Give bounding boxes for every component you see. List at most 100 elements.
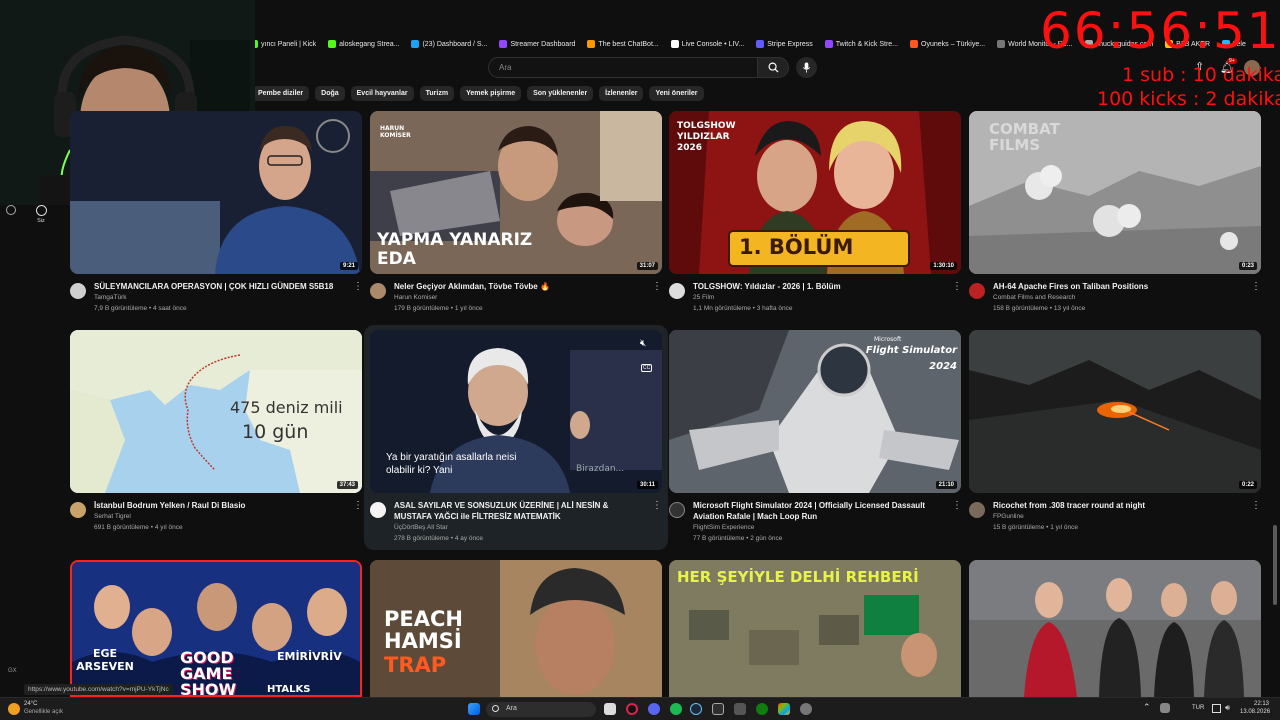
volume-icon[interactable]: 🔊︎ bbox=[1225, 703, 1230, 713]
bookmark-favicon-icon bbox=[587, 40, 596, 48]
video-thumbnail[interactable]: 9:21 bbox=[70, 111, 362, 274]
subathon-timer: 66:56:51 bbox=[1040, 2, 1280, 60]
video-title[interactable]: Neler Geçiyor Aklımdan, Tövbe Tövbe 🔥 bbox=[394, 281, 644, 292]
more-options-icon[interactable]: ⋮ bbox=[652, 281, 662, 292]
bookmark-item[interactable]: Oyuneks – Türkiye... bbox=[910, 40, 985, 48]
task-view-icon[interactable] bbox=[604, 703, 616, 715]
bookmark-item[interactable]: Streamer Dashboard bbox=[499, 40, 575, 48]
video-subtitle-text: Ya bir yaratığın asallarla neisi olabili… bbox=[386, 452, 517, 476]
gx-label: GX bbox=[8, 668, 17, 674]
video-title[interactable]: TOLGSHOW: Yıldızlar - 2026 | 1. Bölüm bbox=[693, 281, 943, 292]
bookmark-item[interactable]: Stripe Express bbox=[756, 40, 813, 48]
filter-chip[interactable]: Yeni öneriler bbox=[649, 86, 704, 101]
steam-icon[interactable] bbox=[690, 703, 702, 715]
video-thumbnail[interactable]: EGE ARSEVEN GOOD GAME SHOW EMİRİVRİV HTA… bbox=[70, 560, 362, 697]
video-preview-player[interactable]: Ya bir yaratığın asallarla neisi olabili… bbox=[370, 330, 662, 493]
video-thumbnail[interactable]: 0:22 bbox=[969, 330, 1261, 493]
video-thumbnail[interactable]: 475 deniz mili 10 gün 37:43 bbox=[70, 330, 362, 493]
video-title[interactable]: SÜLEYMANCILARA OPERASYON | ÇOK HIZLI GÜN… bbox=[94, 281, 344, 292]
you-section[interactable]: Siz bbox=[30, 205, 52, 224]
filter-chip[interactable]: Pembe diziler bbox=[252, 86, 310, 101]
search-button[interactable] bbox=[757, 57, 789, 78]
channel-name[interactable]: Harun Komiser bbox=[394, 294, 437, 301]
bookmark-favicon-icon bbox=[499, 40, 508, 48]
video-title[interactable]: AH-64 Apache Fires on Taliban Positions bbox=[993, 281, 1243, 292]
channel-name[interactable]: FPGunline bbox=[993, 513, 1024, 520]
channel-avatar[interactable] bbox=[70, 502, 86, 518]
xbox-icon[interactable] bbox=[756, 703, 768, 715]
bookmark-item[interactable]: The best ChatBot... bbox=[587, 40, 659, 48]
video-duration: 0:23 bbox=[1238, 262, 1257, 270]
video-thumbnail[interactable]: HER ŞEYİYLE DELHİ REHBERİ bbox=[669, 560, 961, 697]
filter-chip[interactable]: Son yüklenenler bbox=[527, 86, 594, 101]
settings-icon[interactable] bbox=[800, 703, 812, 715]
more-options-icon[interactable]: ⋮ bbox=[652, 500, 662, 511]
filter-chip[interactable]: Turizm bbox=[419, 86, 455, 101]
video-thumbnail[interactable]: TOLGSHOW YILDIZLAR 2026 1. BÖLÜM 1:30:10 bbox=[669, 111, 961, 274]
channel-avatar[interactable] bbox=[370, 502, 386, 518]
captions-icon[interactable]: CC bbox=[641, 364, 653, 372]
channel-avatar[interactable] bbox=[370, 283, 386, 299]
tray-app-icon[interactable] bbox=[1160, 703, 1170, 713]
bookmark-item[interactable]: Live Console • LIV... bbox=[670, 40, 744, 48]
video-thumbnail[interactable]: HARUN KOMİSER YAPMA YANARIZ EDA 31:07 bbox=[370, 111, 662, 274]
video-thumbnail[interactable]: COMBAT FILMS 0:23 bbox=[969, 111, 1261, 274]
video-title[interactable]: ASAL SAYILAR VE SONSUZLUK ÜZERİNE | ALİ … bbox=[394, 500, 642, 522]
channel-avatar[interactable] bbox=[969, 283, 985, 299]
more-options-icon[interactable]: ⋮ bbox=[1251, 500, 1261, 511]
bookmark-item[interactable]: yıncı Paneli | Kick bbox=[250, 40, 316, 48]
bookmark-item[interactable]: (23) Dashboard / S... bbox=[411, 40, 487, 48]
bookmark-favicon-icon bbox=[670, 40, 679, 48]
page-scrollbar[interactable] bbox=[1273, 525, 1277, 605]
filter-chip[interactable]: Evcil hayvanlar bbox=[350, 86, 414, 101]
channel-name[interactable]: TamgaTürk bbox=[94, 294, 127, 301]
filter-chip[interactable]: İzlenenler bbox=[599, 86, 644, 101]
clock-date[interactable]: 13.08.2026 bbox=[1240, 709, 1270, 715]
mute-icon[interactable]: 🔇︎ bbox=[640, 338, 646, 349]
more-options-icon[interactable]: ⋮ bbox=[353, 500, 363, 511]
obs-icon[interactable] bbox=[712, 703, 724, 715]
bookmark-item[interactable]: Twitch & Kick Stre... bbox=[824, 40, 898, 48]
network-icon[interactable] bbox=[1212, 704, 1221, 713]
language-indicator[interactable]: TUR bbox=[1192, 705, 1204, 711]
channel-avatar[interactable] bbox=[70, 283, 86, 299]
thumbnail-overlay-big: 475 deniz mili bbox=[230, 398, 343, 417]
search-input[interactable]: Ara bbox=[488, 57, 758, 78]
store-icon[interactable] bbox=[778, 703, 790, 715]
channel-avatar[interactable] bbox=[669, 283, 685, 299]
kick-rate-text: 100 kicks : 2 dakika bbox=[1097, 88, 1280, 110]
video-title[interactable]: Ricochet from .308 tracer round at night bbox=[993, 500, 1243, 511]
filter-chip[interactable]: Yemek pişirme bbox=[460, 86, 522, 101]
more-options-icon[interactable]: ⋮ bbox=[353, 281, 363, 292]
video-thumbnail[interactable]: PEACH HAMSİ TRAP bbox=[370, 560, 662, 697]
video-thumbnail[interactable]: Microsoft Flight Simulator 2024 21:10 bbox=[669, 330, 961, 493]
channel-name[interactable]: Combat Films and Research bbox=[993, 294, 1075, 301]
channel-name[interactable]: FlightSim Experience bbox=[693, 524, 754, 531]
channel-avatar[interactable] bbox=[969, 502, 985, 518]
spotify-icon[interactable] bbox=[670, 703, 682, 715]
history-icon[interactable] bbox=[6, 205, 16, 215]
taskbar-search[interactable]: Ara bbox=[486, 702, 596, 717]
app-icon[interactable] bbox=[734, 703, 746, 715]
discord-icon[interactable] bbox=[648, 703, 660, 715]
video-meta: 158 B görüntüleme • 13 yıl önce bbox=[993, 305, 1086, 312]
bookmark-item[interactable]: aloskegang Strea... bbox=[328, 40, 399, 48]
video-duration: 0:22 bbox=[1238, 481, 1257, 489]
more-options-icon[interactable]: ⋮ bbox=[952, 281, 962, 292]
filter-chip[interactable]: Doğa bbox=[315, 86, 345, 101]
more-options-icon[interactable]: ⋮ bbox=[1251, 281, 1261, 292]
more-options-icon[interactable]: ⋮ bbox=[952, 500, 962, 511]
channel-name[interactable]: ÜçDörtBeş All Star bbox=[394, 524, 448, 531]
opera-gx-icon[interactable] bbox=[626, 703, 638, 715]
windows-start-icon[interactable] bbox=[468, 703, 480, 715]
thumbnail-overlay-small: TRAP bbox=[384, 653, 447, 677]
video-title[interactable]: İstanbul Bodrum Yelken / Raul Di Blasio bbox=[94, 500, 344, 511]
video-title[interactable]: Microsoft Flight Simulator 2024 | Offici… bbox=[693, 500, 949, 522]
video-thumbnail[interactable] bbox=[969, 560, 1261, 697]
channel-avatar[interactable] bbox=[669, 502, 685, 518]
voice-search-button[interactable] bbox=[796, 57, 817, 78]
tray-chevron-icon[interactable]: ⌃ bbox=[1143, 702, 1151, 713]
clock-time[interactable]: 22:13 bbox=[1254, 701, 1269, 707]
channel-name[interactable]: Serhat Tigrel bbox=[94, 513, 131, 520]
channel-name[interactable]: 25 Film bbox=[693, 294, 714, 301]
